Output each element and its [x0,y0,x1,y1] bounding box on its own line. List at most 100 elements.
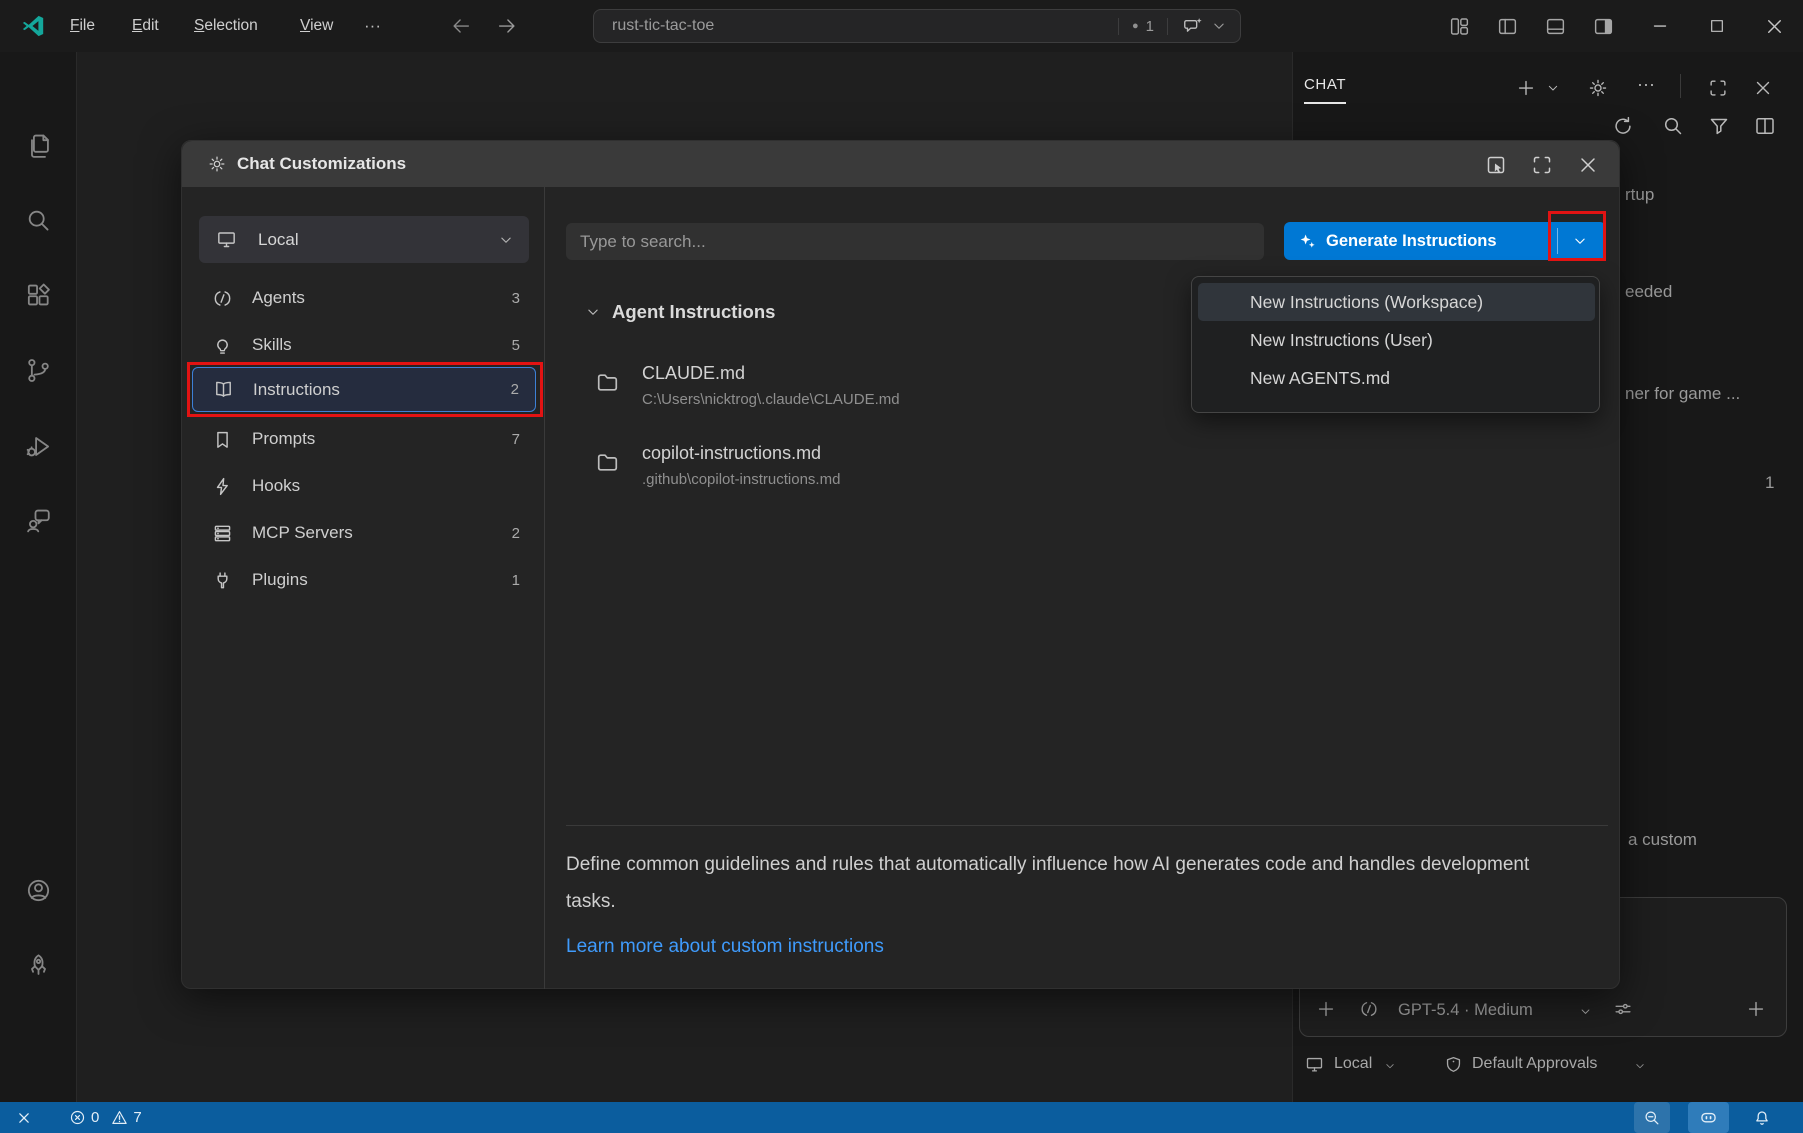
vscode-logo-icon [20,13,46,39]
chat-history-peek[interactable]: 1 [1765,473,1774,493]
remote-indicator[interactable] [14,1102,34,1133]
menu-item-new-instructions-workspace[interactable]: New Instructions (Workspace) [1198,283,1595,321]
env-selector[interactable]: Local [1334,1055,1372,1073]
copilot-status-button[interactable] [1688,1102,1729,1133]
menu-item-new-instructions-user[interactable]: New Instructions (User) [1198,321,1595,359]
chat-history-peek[interactable]: ner for game ... [1625,384,1740,404]
dirty-dot-icon: ● [1132,20,1139,32]
menu-edit-label: Edit [132,17,159,35]
chat-history-peek[interactable]: rtup [1625,185,1654,205]
file-row-claude-md[interactable]: CLAUDE.md C:\Users\nicktrog\.claude\CLAU… [594,363,900,408]
gear-icon [207,154,227,174]
file-row-copilot-instructions[interactable]: copilot-instructions.md .github\copilot-… [594,443,840,488]
send-plus-icon[interactable] [1745,998,1767,1020]
copilot-icon [1698,1107,1719,1128]
menu-selection[interactable]: Selection [182,0,270,52]
menu-edit[interactable]: Edit [120,0,171,52]
nav-item-prompts[interactable]: Prompts 7 [192,417,536,461]
explorer-icon[interactable] [24,131,53,160]
approvals-selector[interactable]: Default Approvals [1472,1055,1597,1073]
split-editor-icon[interactable] [1753,114,1775,136]
chat-close-icon[interactable] [1752,77,1774,99]
nav-label: Hooks [252,476,300,496]
chat-maximize-icon[interactable] [1707,77,1729,99]
chat-history-peek[interactable]: eeded [1625,282,1672,302]
menu-overflow[interactable]: ··· [352,0,393,52]
window-close-button[interactable] [1751,0,1797,52]
monitor-icon [215,228,238,251]
menu-file-label: File [70,17,95,35]
toggle-secondary-sidebar-icon[interactable] [1592,15,1615,38]
chat-settings-gear-icon[interactable] [1587,77,1609,99]
refresh-icon[interactable] [1611,114,1633,136]
model-settings-sliders-icon[interactable] [1612,998,1634,1020]
toggle-primary-sidebar-icon[interactable] [1496,15,1519,38]
customize-layout-icon[interactable] [1448,15,1471,38]
nav-item-mcp-servers[interactable]: MCP Servers 2 [192,511,536,555]
search-icon[interactable] [24,206,53,235]
tab-chat[interactable]: CHAT [1304,76,1346,104]
problems-indicator[interactable]: 0 7 [68,1102,142,1133]
divider [1680,74,1681,98]
file-path: .github\copilot-instructions.md [642,471,840,488]
sparkle-icon [1298,232,1317,251]
open-in-editor-icon[interactable] [1484,153,1508,177]
nav-label: Prompts [252,429,315,449]
env-chevron-icon[interactable] [1383,1059,1397,1073]
dialog-maximize-icon[interactable] [1530,153,1554,177]
source-control-icon[interactable] [24,356,53,385]
scope-selector[interactable]: Local [199,216,529,263]
command-center[interactable]: rust-tic-tac-toe ● 1 [593,9,1241,43]
agent-mode-icon[interactable] [1358,998,1380,1020]
navigate-forward-icon[interactable] [496,15,518,37]
new-chat-icon[interactable] [1515,77,1537,99]
copilot-chat-icon[interactable] [1182,15,1204,37]
nav-count: 3 [512,290,520,307]
extensions-icon[interactable] [24,281,53,310]
model-picker-chevron-icon[interactable] [1578,1004,1593,1019]
nav-item-agents[interactable]: Agents 3 [192,276,536,320]
section-title: Agent Instructions [612,301,775,323]
rocket-icon[interactable] [24,951,53,980]
menu-view-label: View [300,17,333,35]
instructions-description: Define common guidelines and rules that … [566,846,1536,920]
lightbulb-icon [211,334,234,357]
section-agent-instructions[interactable]: Agent Instructions [584,301,775,323]
navigate-back-icon[interactable] [450,15,472,37]
new-chat-chevron-icon[interactable] [1545,80,1561,96]
lightning-icon [211,475,234,498]
menu-file[interactable]: File [58,0,107,52]
chat-customizations-dialog: Chat Customizations Local Agents 3 Skill… [181,140,1620,989]
attach-context-icon[interactable] [1315,998,1337,1020]
run-debug-icon[interactable] [24,432,53,461]
env-monitor-icon[interactable] [1304,1054,1326,1076]
chat-dropdown-chevron-icon[interactable] [1210,17,1228,35]
nav-item-skills[interactable]: Skills 5 [192,323,536,367]
search-chats-icon[interactable] [1661,114,1683,136]
nav-item-hooks[interactable]: Hooks [192,464,536,508]
model-picker[interactable]: GPT-5.4 · Medium [1398,1001,1533,1020]
more-actions-icon[interactable]: ··· [1637,74,1655,95]
window-minimize-button[interactable] [1637,0,1683,52]
chat-activity-icon[interactable] [24,506,53,535]
toggle-panel-icon[interactable] [1544,15,1567,38]
nav-label: Plugins [252,570,308,590]
dialog-close-icon[interactable] [1576,153,1600,177]
shield-icon[interactable] [1443,1054,1465,1076]
warning-count: 7 [133,1109,141,1126]
customizations-search-input[interactable]: Type to search... [566,223,1264,260]
menu-view[interactable]: View [288,0,345,52]
zoom-out-button[interactable] [1634,1102,1670,1133]
window-maximize-button[interactable] [1694,0,1740,52]
nav-item-plugins[interactable]: Plugins 1 [192,558,536,602]
approvals-chevron-icon[interactable] [1633,1059,1647,1073]
warning-icon [110,1108,129,1127]
file-path: C:\Users\nicktrog\.claude\CLAUDE.md [642,391,900,408]
menu-item-new-agents-md[interactable]: New AGENTS.md [1198,359,1595,397]
learn-more-link[interactable]: Learn more about custom instructions [566,936,884,958]
account-icon[interactable] [24,876,53,905]
error-icon [68,1108,87,1127]
annotation-generate-chevron-highlight [1548,211,1606,261]
notifications-button[interactable] [1752,1102,1772,1133]
filter-icon[interactable] [1707,114,1729,136]
